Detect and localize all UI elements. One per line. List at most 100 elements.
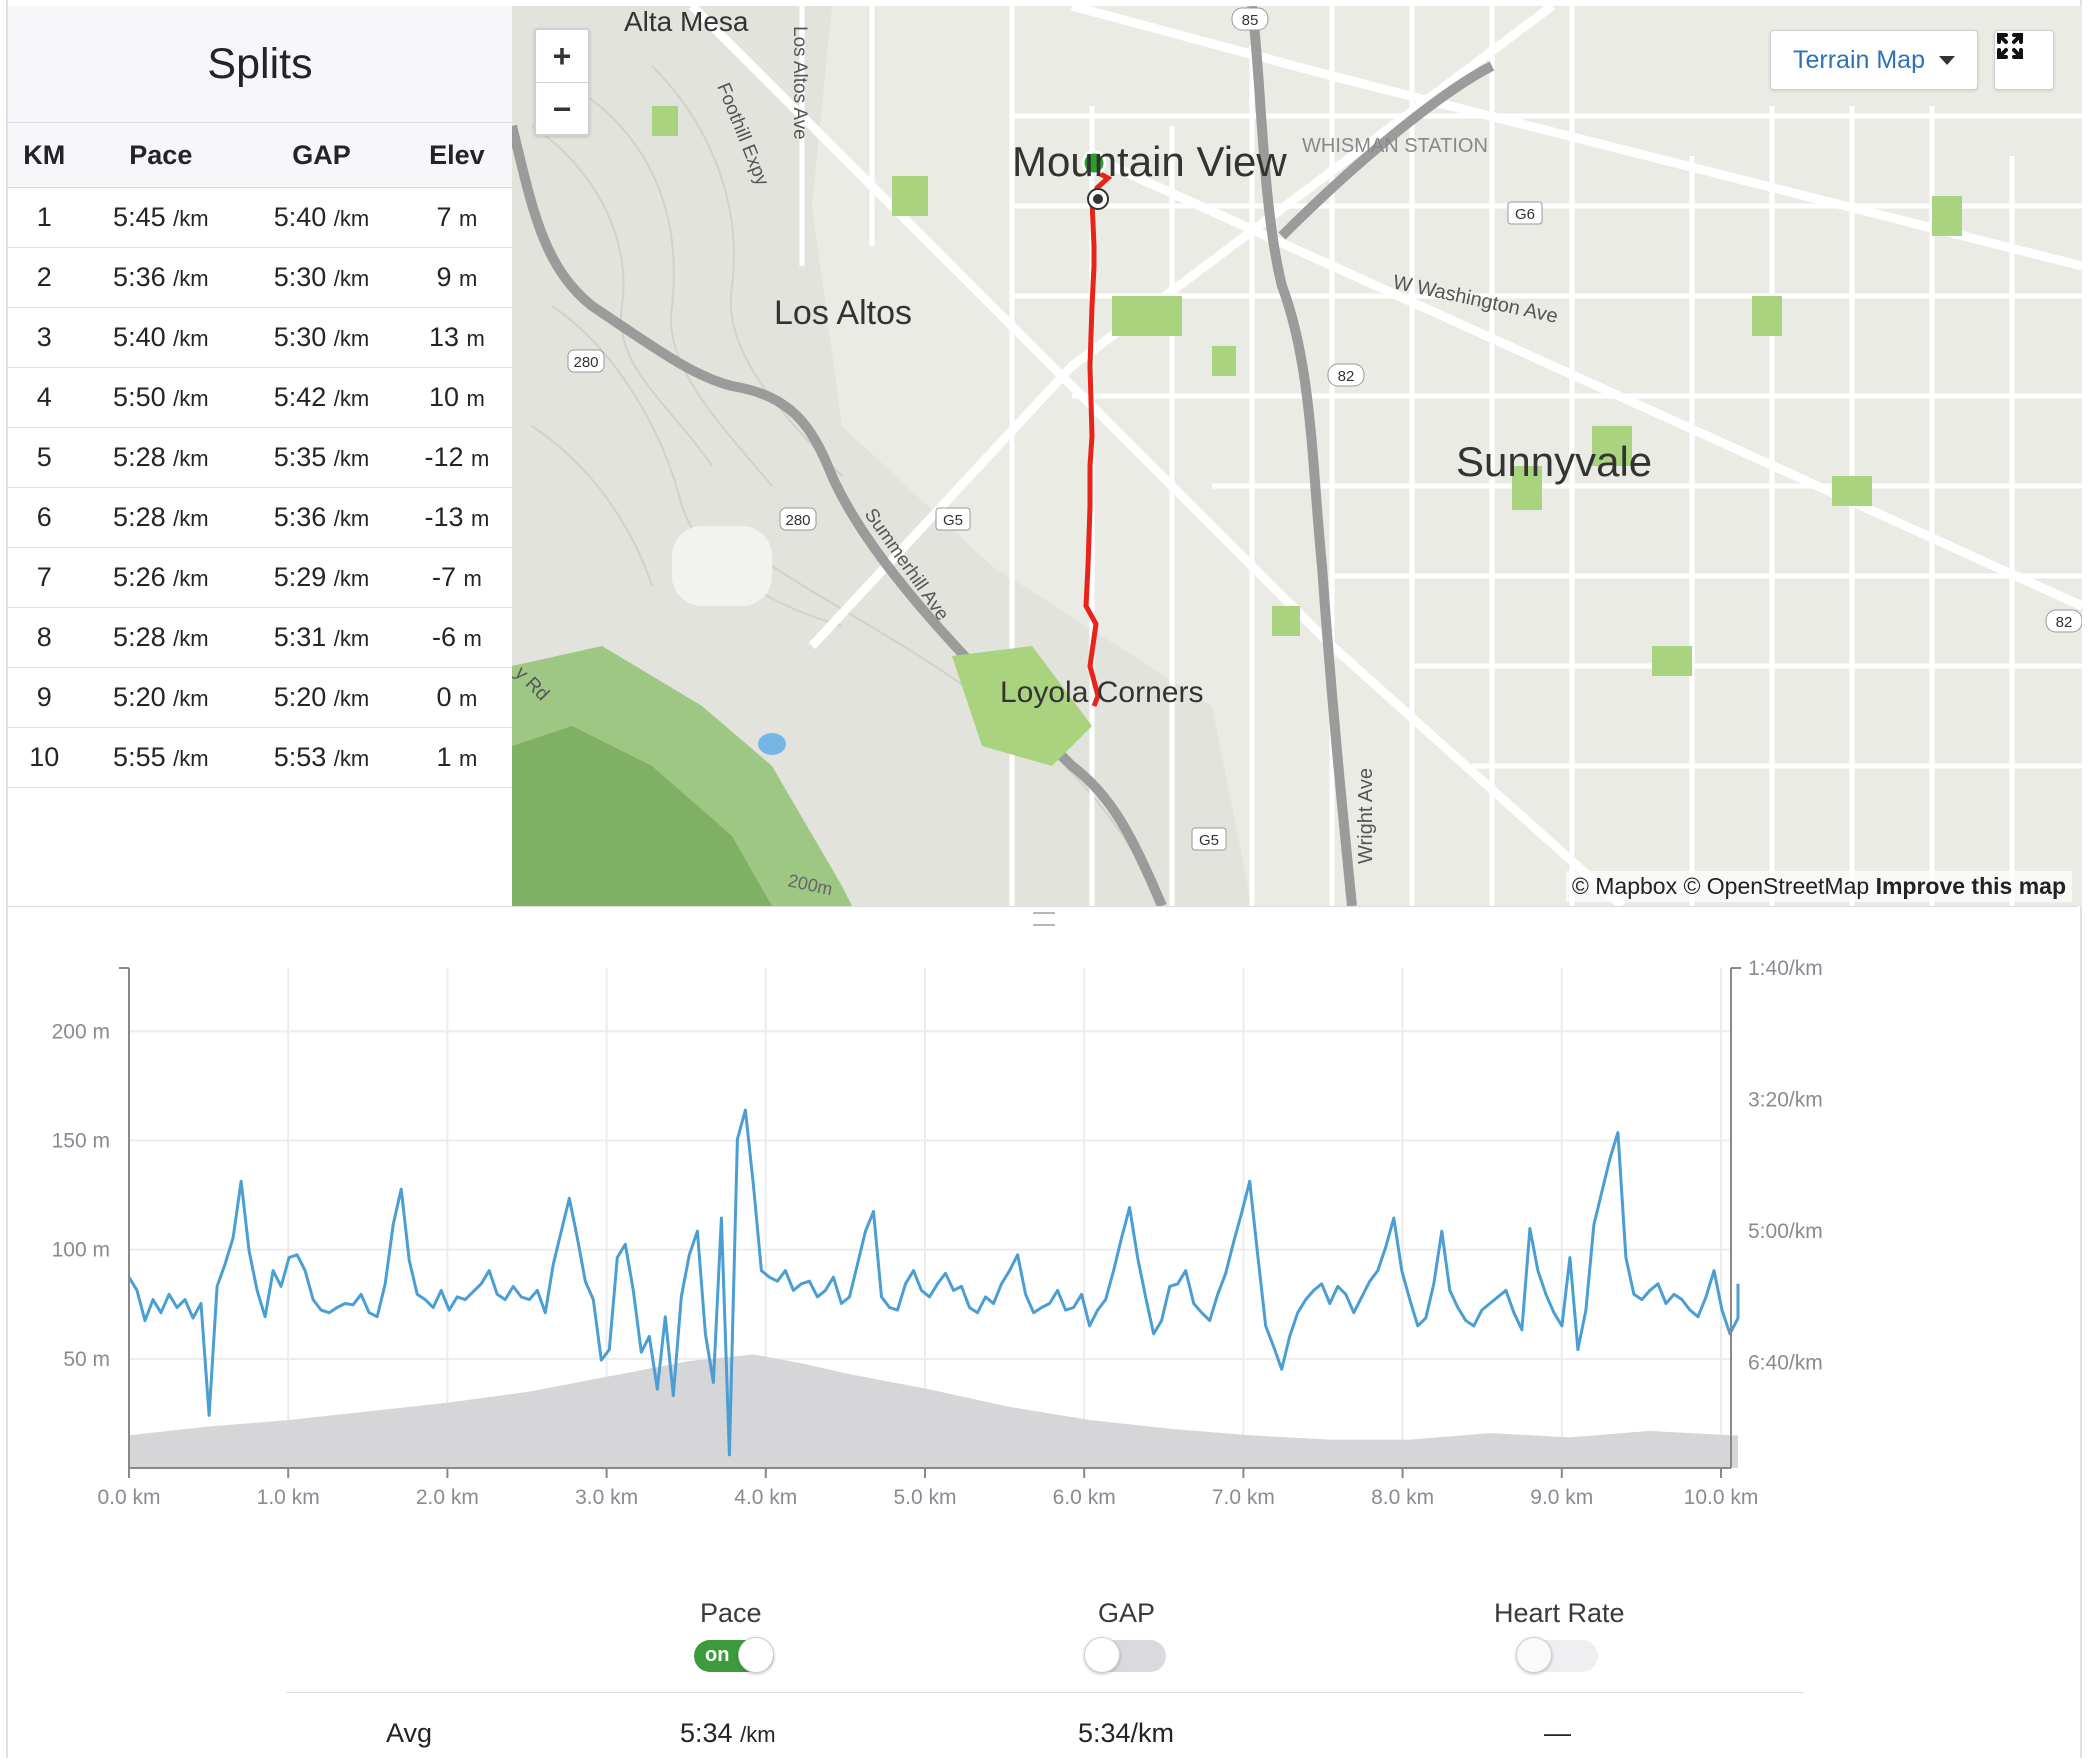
- x-tick-label: 10.0 km: [1684, 1486, 1759, 1509]
- pace-avg-value: 5:34: [680, 1718, 733, 1748]
- split-gap-value: 5:30: [273, 262, 327, 292]
- split-elev-value: 7: [436, 202, 452, 232]
- split-pace-value: 5:28: [113, 442, 166, 472]
- shield-82b: 82: [2045, 609, 2082, 633]
- col-elev: Elev: [401, 123, 512, 188]
- x-tick-label: 3.0 km: [575, 1486, 638, 1509]
- split-pace-unit: /km: [173, 686, 209, 711]
- split-row[interactable]: 10 5:55 /km 5:53 /km 1 m: [8, 727, 512, 788]
- split-row[interactable]: 4 5:50 /km 5:42 /km 10 m: [8, 367, 512, 428]
- split-gap-unit: /km: [333, 506, 370, 531]
- y-left-tick-label: 200 m: [52, 1020, 110, 1043]
- svg-text:280: 280: [573, 354, 598, 371]
- heart-rate-toggle-label: Heart Rate: [1494, 1598, 1625, 1628]
- split-elev-value: -6: [431, 622, 456, 652]
- split-elev: -12 m: [401, 427, 512, 488]
- split-elev: 10 m: [401, 367, 512, 428]
- pace-toggle[interactable]: on: [694, 1637, 774, 1673]
- map-attribution: © Mapbox © OpenStreetMap Improve this ma…: [1565, 871, 2072, 902]
- map-canvas[interactable]: Alta Mesa Mountain View WHISMAN STATION …: [512, 6, 2082, 906]
- split-row[interactable]: 5 5:28 /km 5:35 /km -12 m: [8, 427, 512, 488]
- split-km-value: 8: [36, 622, 52, 652]
- split-gap-unit: /km: [333, 566, 370, 591]
- split-row[interactable]: 9 5:20 /km 5:20 /km 0 m: [8, 667, 512, 728]
- split-pace-value: 5:20: [113, 682, 166, 712]
- split-gap-unit: /km: [333, 446, 370, 471]
- split-gap-value: 5:53: [273, 742, 327, 772]
- svg-text:82: 82: [2056, 614, 2073, 631]
- fullscreen-button[interactable]: [1994, 30, 2054, 90]
- split-km-value: 3: [36, 322, 52, 352]
- split-pace: 5:28 /km: [80, 607, 242, 668]
- split-elev-unit: m: [459, 686, 478, 711]
- split-elev: 9 m: [401, 247, 512, 308]
- split-gap: 5:29 /km: [241, 547, 402, 608]
- split-elev: 0 m: [401, 667, 512, 728]
- x-tick-label: 4.0 km: [734, 1486, 797, 1509]
- y-left-tick-label: 100 m: [52, 1239, 110, 1262]
- split-gap-value: 5:40: [273, 202, 327, 232]
- split-gap-value: 5:29: [273, 562, 327, 592]
- x-tick-label: 6.0 km: [1053, 1486, 1116, 1509]
- elevation-area: [129, 1354, 1739, 1468]
- split-pace-unit: /km: [173, 566, 209, 591]
- split-elev: 7 m: [401, 187, 512, 248]
- split-elev: -13 m: [401, 487, 512, 548]
- heart-rate-avg: —: [1544, 1718, 1571, 1748]
- split-gap: 5:30 /km: [241, 307, 402, 368]
- split-elev-unit: m: [463, 626, 482, 651]
- heart-rate-toggle-knob: [1516, 1637, 1552, 1673]
- shield-g5a: G5: [935, 507, 971, 531]
- split-pace: 5:50 /km: [80, 367, 242, 428]
- map-style-dropdown[interactable]: Terrain Map: [1770, 30, 1978, 90]
- y-right-tick-label: 6:40/km: [1748, 1352, 1823, 1375]
- split-gap-value: 5:20: [273, 682, 327, 712]
- gap-toggle[interactable]: [1084, 1637, 1166, 1673]
- split-row[interactable]: 7 5:26 /km 5:29 /km -7 m: [8, 547, 512, 608]
- split-row[interactable]: 6 5:28 /km 5:36 /km -13 m: [8, 487, 512, 548]
- x-tick-label: 9.0 km: [1530, 1486, 1593, 1509]
- split-km-value: 7: [36, 562, 52, 592]
- split-gap: 5:35 /km: [241, 427, 402, 488]
- elevation-pace-chart[interactable]: 0.0 km 1.0 km 2.0 km 3.0 km 4.0 km 5.0 km 6.0 …: [0, 930, 2088, 1520]
- split-elev-value: 0: [436, 682, 452, 712]
- split-pace: 5:26 /km: [80, 547, 242, 608]
- split-elev-value: -12: [424, 442, 464, 472]
- splits-header: Splits: [8, 6, 512, 123]
- attribution-text[interactable]: © Mapbox © OpenStreetMap: [1572, 873, 1869, 899]
- split-gap: 5:53 /km: [241, 727, 402, 788]
- split-pace: 5:20 /km: [80, 667, 242, 728]
- split-elev-unit: m: [466, 326, 485, 351]
- split-row[interactable]: 1 5:45 /km 5:40 /km 7 m: [8, 187, 512, 248]
- route-map[interactable]: Alta Mesa Mountain View WHISMAN STATION …: [512, 6, 2082, 906]
- split-km: 6: [8, 487, 81, 548]
- heart-rate-toggle[interactable]: [1516, 1637, 1598, 1673]
- label-sunnyvale: Sunnyvale: [1456, 438, 1652, 485]
- svg-text:85: 85: [1242, 12, 1259, 29]
- zoom-out-button[interactable]: −: [536, 83, 588, 135]
- zoom-in-button[interactable]: +: [536, 30, 588, 83]
- split-pace-value: 5:40: [113, 322, 166, 352]
- x-tick-label: 8.0 km: [1371, 1486, 1434, 1509]
- split-row[interactable]: 8 5:28 /km 5:31 /km -6 m: [8, 607, 512, 668]
- split-elev: -7 m: [401, 547, 512, 608]
- split-km-value: 2: [36, 262, 52, 292]
- split-row[interactable]: 2 5:36 /km 5:30 /km 9 m: [8, 247, 512, 308]
- gap-avg: 5:34/km: [1078, 1718, 1175, 1748]
- split-pace-value: 5:36: [113, 262, 166, 292]
- x-tick-label: 2.0 km: [416, 1486, 479, 1509]
- improve-map-link[interactable]: Improve this map: [1876, 873, 2066, 899]
- resize-handle[interactable]: [1033, 912, 1055, 926]
- split-pace-value: 5:28: [113, 622, 166, 652]
- split-pace: 5:40 /km: [80, 307, 242, 368]
- split-row[interactable]: 3 5:40 /km 5:30 /km 13 m: [8, 307, 512, 368]
- split-gap-value: 5:31: [273, 622, 327, 652]
- split-elev-unit: m: [459, 746, 478, 771]
- caret-down-icon: [1939, 55, 1955, 65]
- split-gap-value: 5:30: [273, 322, 327, 352]
- y-right-tick-label: 1:40/km: [1748, 957, 1823, 980]
- split-pace: 5:55 /km: [80, 727, 242, 788]
- split-pace-unit: /km: [173, 746, 209, 771]
- col-gap: GAP: [241, 123, 402, 188]
- x-tick-label: 1.0 km: [257, 1486, 320, 1509]
